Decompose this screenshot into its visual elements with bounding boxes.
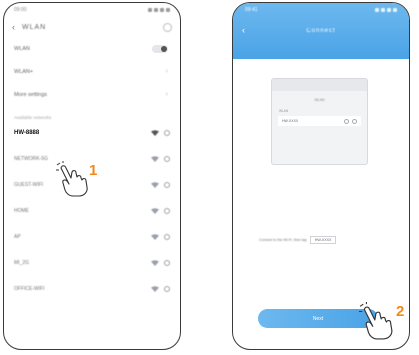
- page-title: Connect: [306, 28, 336, 34]
- step-number-1: 1: [89, 162, 98, 179]
- illustration-title: WLAN: [314, 98, 325, 102]
- illustration-icons: [344, 118, 357, 124]
- network-name: HOME: [14, 208, 29, 214]
- network-icons: [151, 156, 170, 162]
- illustration-label: WLAN: [279, 109, 289, 113]
- phone-right: 09:41 ‹ Connect WLAN WLAN HW-XXXX Connec…: [232, 2, 410, 350]
- status-icons: [148, 8, 170, 12]
- info-icon[interactable]: [164, 260, 170, 266]
- chevron-right-icon: ›: [165, 68, 168, 75]
- network-name: OFFICE-WIFI: [14, 286, 45, 292]
- info-icon[interactable]: [164, 234, 170, 240]
- network-row[interactable]: OFFICE-WIFI: [4, 276, 180, 302]
- info-icon[interactable]: [164, 182, 170, 188]
- wifi-icon: [151, 156, 159, 162]
- setting-label: WLAN: [14, 45, 30, 52]
- network-row[interactable]: HW-8888: [4, 120, 180, 146]
- wifi-icon: [151, 130, 159, 136]
- network-icons: [151, 182, 170, 188]
- status-time: 09:00: [14, 7, 27, 13]
- status-bar: 09:41: [233, 3, 409, 17]
- instruction: Connect to the Wi-Fi, then tap HW-XXXX: [259, 236, 389, 244]
- status-bar: 09:00: [4, 3, 180, 17]
- wifi-icon: [151, 260, 159, 266]
- network-icons: [151, 130, 170, 136]
- hand-pointer-icon: [359, 302, 393, 340]
- network-icons: [151, 260, 170, 266]
- wifi-icon: [151, 234, 159, 240]
- illustration-network-name: HW-XXXX: [282, 119, 299, 123]
- nav-bar: ‹ WLAN: [4, 17, 180, 37]
- network-name: MI_2G: [14, 260, 30, 266]
- setting-wlan[interactable]: WLAN: [4, 37, 180, 60]
- network-name: HW-8888: [14, 130, 40, 136]
- illustration-network-row: HW-XXXX: [278, 116, 361, 126]
- wifi-icon: [151, 182, 159, 188]
- chevron-right-icon: ›: [165, 91, 168, 98]
- status-icons: [375, 8, 397, 12]
- network-row[interactable]: MI_2G: [4, 250, 180, 276]
- network-icons: [151, 208, 170, 214]
- section-label: Available networks: [14, 115, 52, 120]
- setting-label: More settings: [14, 91, 48, 98]
- setting-more[interactable]: More settings ›: [4, 83, 180, 106]
- network-row[interactable]: HOME: [4, 198, 180, 224]
- step-number-2: 2: [396, 303, 405, 320]
- status-time: 09:41: [245, 7, 258, 13]
- network-icons: [151, 234, 170, 240]
- hand-pointer-icon: [56, 161, 88, 197]
- network-name: AP: [14, 234, 21, 240]
- info-icon[interactable]: [164, 286, 170, 292]
- setting-label: WLAN+: [14, 68, 34, 75]
- network-list: HW-8888 NETWORK-5G GUEST-WIFI HOME AP MI_2G OF…: [4, 120, 180, 302]
- illustration-screen: WLAN WLAN HW-XXXX: [271, 78, 368, 165]
- info-icon[interactable]: [164, 130, 170, 136]
- page-title: WLAN: [22, 23, 47, 31]
- wifi-icon: [151, 286, 159, 292]
- info-icon[interactable]: [164, 156, 170, 162]
- instruction-text: Connect to the Wi-Fi, then tap: [259, 238, 307, 242]
- network-row[interactable]: AP: [4, 224, 180, 250]
- illustration-header: [272, 79, 367, 91]
- wlan-toggle[interactable]: [152, 44, 168, 53]
- instruction-network-box: HW-XXXX: [309, 236, 337, 244]
- info-icon[interactable]: [164, 208, 170, 214]
- app-header: 09:41 ‹ Connect: [233, 3, 409, 59]
- wifi-icon: [151, 208, 159, 214]
- setting-wlan-plus[interactable]: WLAN+ ›: [4, 60, 180, 83]
- help-icon[interactable]: [163, 22, 172, 32]
- network-icons: [151, 286, 170, 292]
- back-arrow-icon[interactable]: ‹: [12, 22, 22, 32]
